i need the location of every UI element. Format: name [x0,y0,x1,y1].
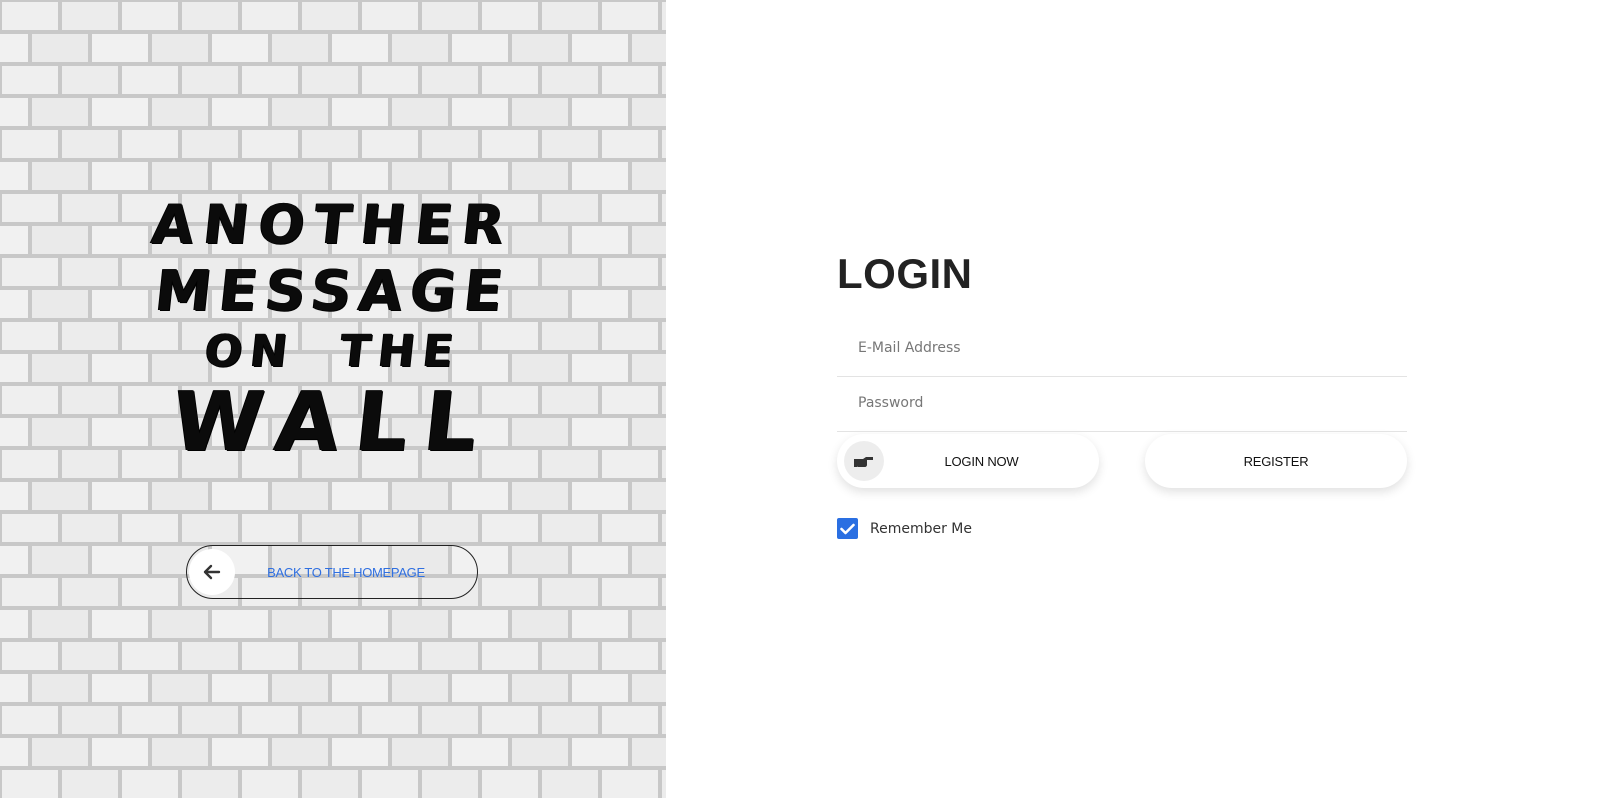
wall-message-line-3: ON THE [202,326,464,377]
remember-me-label: Remember Me [870,520,972,537]
back-to-homepage-label: BACK TO THE HOMEPAGE [267,564,425,580]
login-now-button[interactable]: LOGIN NOW [837,434,1099,488]
page-title: LOGIN [837,250,973,297]
register-label: REGISTER [1243,453,1309,469]
login-form: LOGIN LOGIN NOW REGISTER [837,250,1407,539]
email-field-wrapper [837,322,1407,377]
form-actions: LOGIN NOW REGISTER [837,434,1407,488]
arrow-left-icon [189,549,235,595]
back-to-homepage-button[interactable]: BACK TO THE HOMEPAGE [186,545,478,599]
wall-message-line-1: ANOTHER [149,193,518,256]
login-page: ANOTHER MESSAGE ON THE WALL BACK TO THE … [0,0,1600,798]
register-button[interactable]: REGISTER [1145,434,1407,488]
pointing-hand-icon [844,441,884,481]
password-field[interactable] [837,377,1407,429]
brick-wall-panel: ANOTHER MESSAGE ON THE WALL BACK TO THE … [0,0,666,798]
wall-message-line-4: WALL [167,375,499,470]
login-now-label: LOGIN NOW [944,453,1019,469]
wall-message-line-2: MESSAGE [152,259,514,324]
wall-message: ANOTHER MESSAGE ON THE WALL [0,193,666,470]
email-field[interactable] [837,322,1407,374]
remember-me-checkbox[interactable] [837,518,858,539]
remember-me: Remember Me [837,518,1407,539]
password-field-wrapper [837,377,1407,432]
checkmark-icon [840,523,855,534]
